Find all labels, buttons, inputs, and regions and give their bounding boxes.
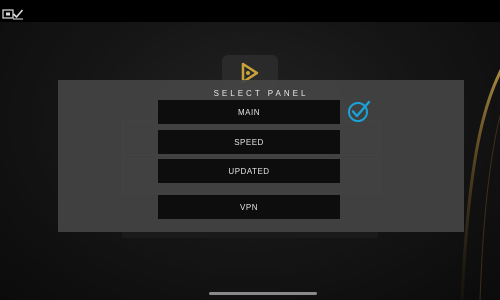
option-label: SPEED <box>234 137 264 147</box>
panel-option-vpn[interactable]: VPN <box>158 195 340 219</box>
checkmark-icon <box>12 5 24 20</box>
option-label: VPN <box>240 202 258 212</box>
home-indicator[interactable] <box>209 292 317 295</box>
select-panel-dialog: SELECT PANEL MAIN SPEED UPDATED VPN <box>58 80 464 232</box>
option-label: UPDATED <box>228 166 270 176</box>
panel-option-main[interactable]: MAIN <box>158 100 340 124</box>
panel-option-updated[interactable]: UPDATED <box>158 159 340 183</box>
app-screen: SELECT PANEL MAIN SPEED UPDATED VPN <box>0 0 500 300</box>
check-circle-icon <box>347 99 371 127</box>
status-bar <box>0 0 500 22</box>
option-label: MAIN <box>238 107 260 117</box>
dialog-title: SELECT PANEL <box>213 89 309 98</box>
panel-option-speed[interactable]: SPEED <box>158 130 340 154</box>
